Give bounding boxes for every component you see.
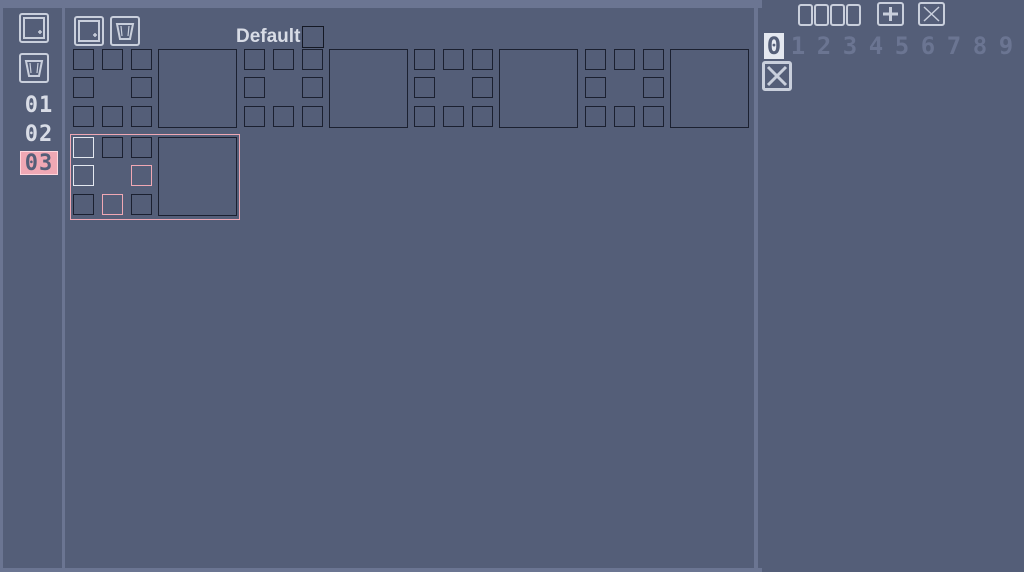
tile-preview[interactable] (499, 49, 578, 128)
tile-cell[interactable] (585, 49, 606, 70)
tile-cell[interactable] (273, 106, 294, 127)
tile-cell[interactable] (443, 106, 464, 127)
trash-icon (24, 60, 44, 77)
tile-cell[interactable] (73, 165, 94, 186)
add-square-icon (23, 17, 45, 39)
tile-cell[interactable] (102, 106, 123, 127)
tile-cell[interactable] (585, 77, 606, 98)
tile-cell[interactable] (102, 137, 123, 158)
tile-preview[interactable] (158, 49, 237, 128)
tile[interactable] (70, 134, 240, 220)
tile-cell[interactable] (244, 49, 265, 70)
tile[interactable] (414, 49, 578, 129)
tile-cell[interactable] (472, 77, 493, 98)
delete-tile-button[interactable] (110, 16, 140, 46)
tile-cell[interactable] (614, 106, 635, 127)
add-bank-button[interactable] (19, 13, 49, 43)
plus-icon (883, 7, 898, 21)
slot-8[interactable]: 8 (968, 33, 992, 59)
slot-3[interactable]: 3 (838, 33, 862, 59)
add-square-icon (78, 20, 100, 42)
bank-sidebar: 01 02 03 (3, 8, 65, 568)
tile-cell[interactable] (302, 106, 323, 127)
counter-digit (846, 4, 861, 26)
clear-button[interactable] (762, 61, 792, 91)
tile-cell[interactable] (643, 49, 664, 70)
tile-cell[interactable] (73, 77, 94, 98)
tile-cell[interactable] (73, 137, 94, 158)
tile-cell[interactable] (443, 49, 464, 70)
tile-cell[interactable] (302, 77, 323, 98)
tile-cell[interactable] (73, 194, 94, 215)
tile[interactable] (73, 49, 237, 129)
close-icon (923, 6, 940, 22)
default-label: Default (236, 26, 301, 47)
counter-digit (830, 4, 845, 26)
tile-cell[interactable] (131, 137, 152, 158)
tile-cell[interactable] (472, 49, 493, 70)
main-editor: Default (68, 8, 758, 568)
tile-cell[interactable] (102, 194, 123, 215)
tile-cell[interactable] (614, 49, 635, 70)
tile[interactable] (585, 49, 749, 129)
add-button[interactable] (877, 2, 904, 26)
slot-1[interactable]: 1 (786, 33, 810, 59)
add-tile-button[interactable] (74, 16, 104, 46)
right-panel: 0 1 2 3 4 5 6 7 8 9 (762, 0, 1024, 572)
bank-02[interactable]: 02 (20, 123, 58, 147)
tile-cell[interactable] (643, 106, 664, 127)
tile-cell[interactable] (131, 165, 152, 186)
tile-cell[interactable] (131, 49, 152, 70)
tile-preview[interactable] (329, 49, 408, 128)
tile-cell[interactable] (73, 106, 94, 127)
slot-7[interactable]: 7 (942, 33, 966, 59)
tile-cell[interactable] (131, 106, 152, 127)
tile-cell[interactable] (472, 106, 493, 127)
tile-cell[interactable] (414, 106, 435, 127)
slot-2[interactable]: 2 (812, 33, 836, 59)
tile-cell[interactable] (585, 106, 606, 127)
tile-preview[interactable] (158, 137, 237, 216)
tile-cell[interactable] (643, 77, 664, 98)
slot-0[interactable]: 0 (764, 33, 784, 59)
counter-digit (814, 4, 829, 26)
slot-9[interactable]: 9 (994, 33, 1018, 59)
tile-cell[interactable] (244, 106, 265, 127)
default-swatch[interactable] (302, 26, 324, 48)
slot-5[interactable]: 5 (890, 33, 914, 59)
slot-4[interactable]: 4 (864, 33, 888, 59)
tile-cell[interactable] (244, 77, 265, 98)
tile-cell[interactable] (131, 77, 152, 98)
tile-cell[interactable] (131, 194, 152, 215)
tile[interactable] (244, 49, 408, 129)
close-button[interactable] (918, 2, 945, 26)
tile-cell[interactable] (414, 49, 435, 70)
tile-preview[interactable] (670, 49, 749, 128)
bank-01[interactable]: 01 (20, 94, 58, 118)
tile-cell[interactable] (302, 49, 323, 70)
tile-cell[interactable] (273, 49, 294, 70)
counter-digit (798, 4, 813, 26)
tile-cell[interactable] (414, 77, 435, 98)
tile-cell[interactable] (102, 49, 123, 70)
trash-icon (115, 23, 135, 40)
tile-cell[interactable] (73, 49, 94, 70)
delete-bank-button[interactable] (19, 53, 49, 83)
bank-03[interactable]: 03 (20, 151, 58, 176)
slot-6[interactable]: 6 (916, 33, 940, 59)
clear-x-icon (766, 65, 788, 87)
